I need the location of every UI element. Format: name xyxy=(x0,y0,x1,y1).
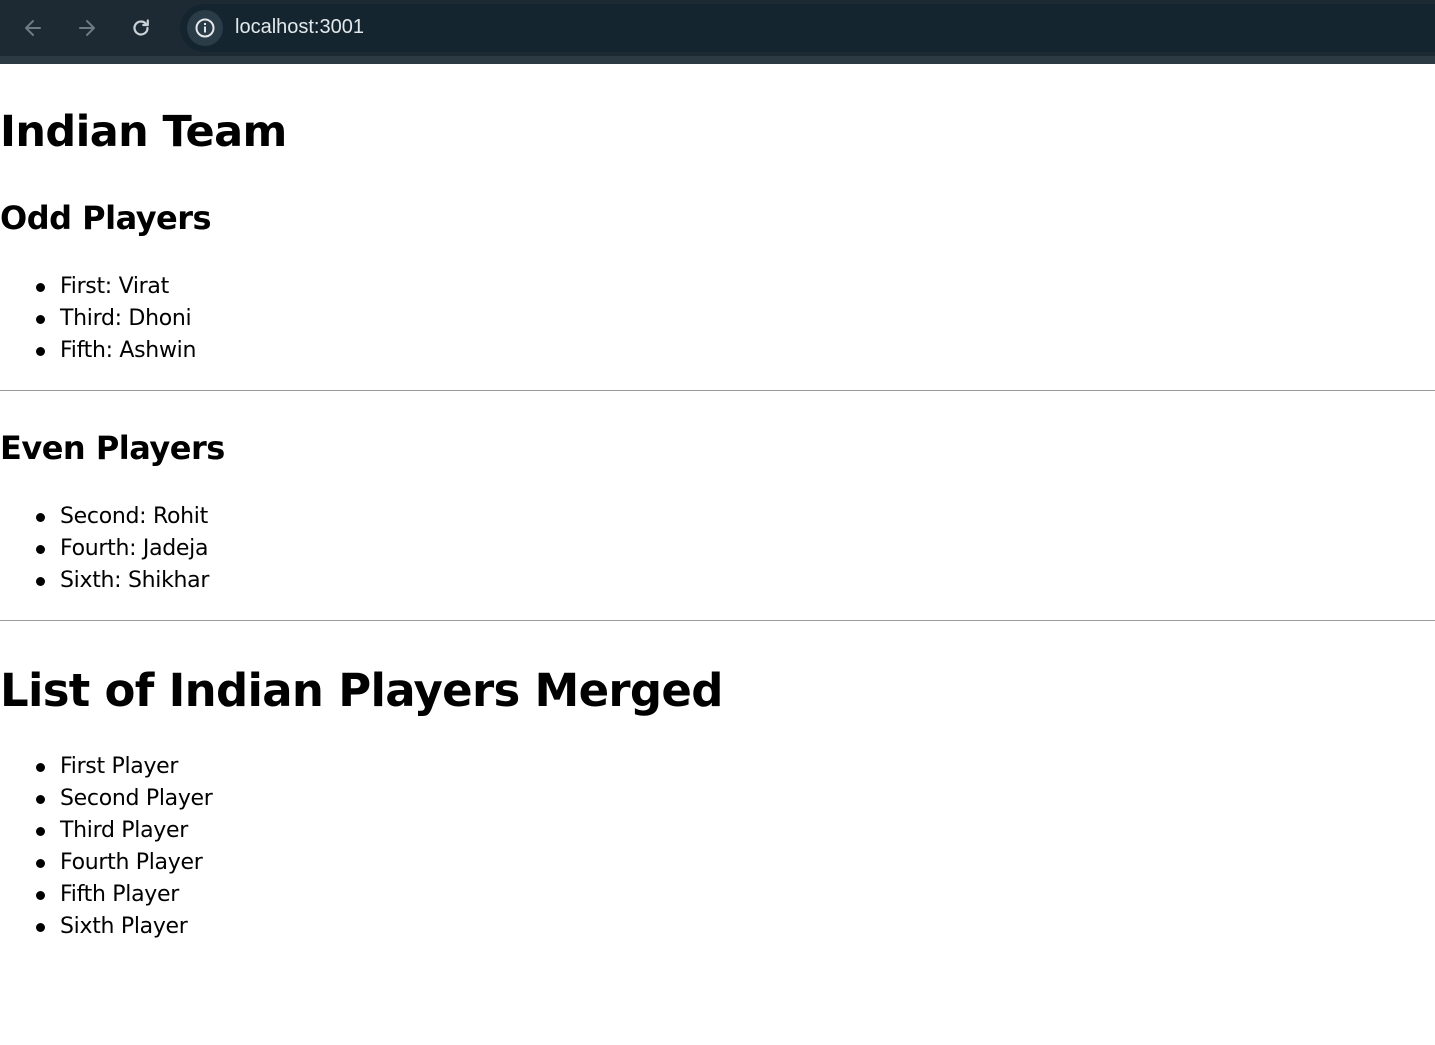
even-players-heading: Even Players xyxy=(0,429,225,467)
even-players-list: Second: Rohit Fourth: Jadeja Sixth: Shik… xyxy=(0,501,209,597)
list-item-label: Second: Rohit xyxy=(60,504,208,529)
list-item-label: Sixth Player xyxy=(60,914,188,939)
list-item-label: Fifth: Ashwin xyxy=(60,338,197,363)
list-item: First Player xyxy=(0,751,213,783)
info-icon xyxy=(195,18,215,38)
bullet-icon xyxy=(36,763,45,772)
list-item-label: Fifth Player xyxy=(60,882,179,907)
list-item-label: First Player xyxy=(60,754,179,779)
list-item-label: Second Player xyxy=(60,786,213,811)
list-item: Fifth: Ashwin xyxy=(0,335,196,367)
odd-players-heading: Odd Players xyxy=(0,199,212,237)
list-item: First: Virat xyxy=(0,271,196,303)
list-item-label: First: Virat xyxy=(60,274,169,299)
site-info-button[interactable] xyxy=(187,10,223,46)
bullet-icon xyxy=(36,891,45,900)
bullet-icon xyxy=(36,545,45,554)
list-item: Second Player xyxy=(0,783,213,815)
page-title: Indian Team xyxy=(0,107,287,157)
reload-icon xyxy=(133,19,149,36)
bullet-icon xyxy=(36,923,45,932)
list-item-label: Third: Dhoni xyxy=(60,306,192,331)
odd-players-list: First: Virat Third: Dhoni Fifth: Ashwin xyxy=(0,271,196,367)
list-item: Sixth Player xyxy=(0,911,213,943)
bullet-icon xyxy=(36,283,45,292)
arrow-right-icon xyxy=(79,20,95,36)
back-button[interactable] xyxy=(13,8,53,48)
list-item-label: Third Player xyxy=(60,818,188,843)
list-item: Fifth Player xyxy=(0,879,213,911)
list-item-label: Fourth Player xyxy=(60,850,203,875)
forward-button[interactable] xyxy=(67,8,107,48)
merged-players-list: First Player Second Player Third Player … xyxy=(0,751,213,943)
bullet-icon xyxy=(36,315,45,324)
list-item-label: Sixth: Shikhar xyxy=(60,568,210,593)
bullet-icon xyxy=(36,827,45,836)
list-item: Fourth: Jadeja xyxy=(0,533,209,565)
toolbar-divider xyxy=(0,56,1435,64)
section-divider xyxy=(0,390,1435,391)
arrow-left-icon xyxy=(25,20,41,36)
list-item-label: Fourth: Jadeja xyxy=(60,536,209,561)
browser-toolbar: localhost:3001 xyxy=(0,0,1435,56)
bullet-icon xyxy=(36,859,45,868)
page-content: Indian Team Odd Players First: Virat Thi… xyxy=(0,64,1435,1045)
reload-button[interactable] xyxy=(121,8,161,48)
url-text[interactable]: localhost:3001 xyxy=(235,16,364,39)
merged-heading: List of Indian Players Merged xyxy=(0,664,723,717)
list-item: Fourth Player xyxy=(0,847,213,879)
bullet-icon xyxy=(36,577,45,586)
list-item: Third: Dhoni xyxy=(0,303,196,335)
list-item: Second: Rohit xyxy=(0,501,209,533)
bullet-icon xyxy=(36,347,45,356)
address-bar[interactable]: localhost:3001 xyxy=(180,4,1435,52)
section-divider xyxy=(0,620,1435,621)
list-item: Sixth: Shikhar xyxy=(0,565,209,597)
bullet-icon xyxy=(36,513,45,522)
bullet-icon xyxy=(36,795,45,804)
list-item: Third Player xyxy=(0,815,213,847)
